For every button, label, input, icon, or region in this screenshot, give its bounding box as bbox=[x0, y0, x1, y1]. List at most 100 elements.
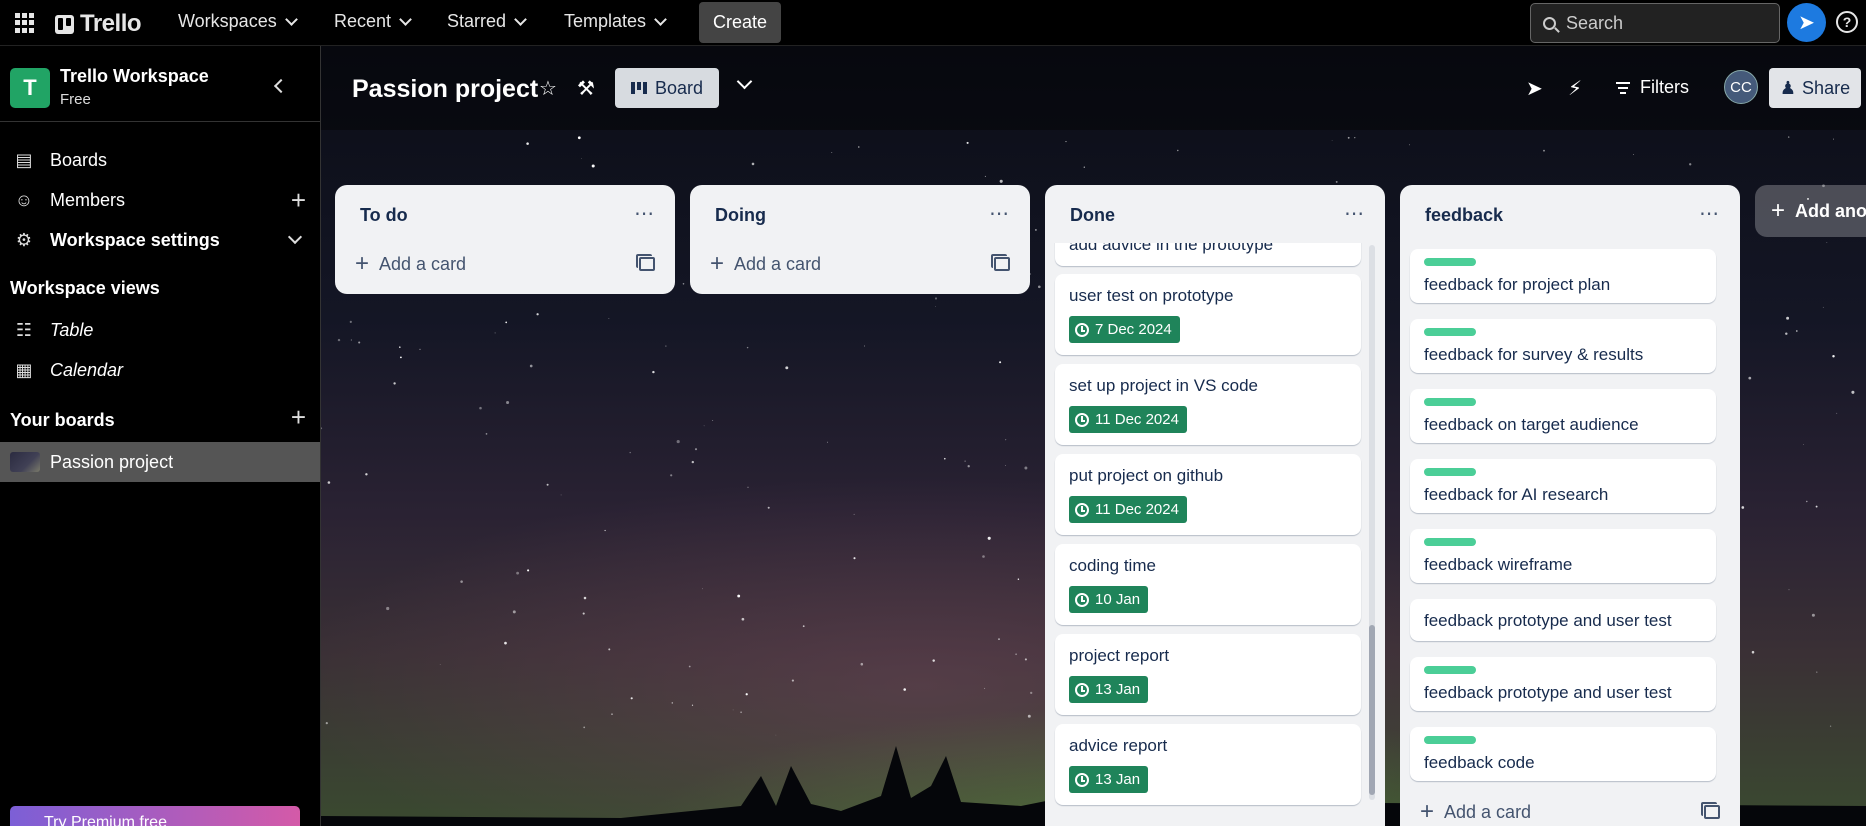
your-boards-heading: Your boards bbox=[10, 410, 115, 430]
star-icon[interactable]: ☆ bbox=[539, 76, 557, 101]
add-board-icon[interactable]: + bbox=[291, 402, 306, 433]
board-view-button[interactable]: Board bbox=[615, 68, 719, 108]
list-item[interactable]: feedback for project plan bbox=[1410, 249, 1716, 303]
sidebar-item-boards[interactable]: ▤ Boards bbox=[0, 140, 320, 180]
star-dot bbox=[1826, 242, 1828, 244]
nav-starred[interactable]: Starred bbox=[447, 11, 527, 32]
sidebar-item-workspace-settings[interactable]: ⚙ Workspace settings bbox=[0, 220, 320, 260]
due-date-badge[interactable]: 13 Jan bbox=[1069, 676, 1149, 703]
sidebar-board-passion-project[interactable]: Passion project bbox=[0, 442, 320, 482]
nav-recent[interactable]: Recent bbox=[334, 11, 412, 32]
nav-templates[interactable]: Templates bbox=[564, 11, 667, 32]
add-card-button[interactable]: +Add a card bbox=[355, 248, 466, 280]
list-title[interactable]: feedback bbox=[1425, 205, 1503, 226]
chevron-down-icon[interactable] bbox=[287, 229, 303, 245]
nav-recent-label: Recent bbox=[334, 11, 392, 31]
card-title: coding time bbox=[1069, 556, 1156, 575]
list-item[interactable]: put project on github 11 Dec 2024 bbox=[1055, 454, 1361, 535]
add-member-icon[interactable]: + bbox=[291, 185, 306, 216]
due-date-text: 13 Jan bbox=[1095, 681, 1141, 698]
add-card-button[interactable]: +Add a card bbox=[1420, 796, 1531, 826]
chevron-down-icon bbox=[284, 12, 298, 26]
due-date-badge[interactable]: 7 Dec 2024 bbox=[1069, 316, 1180, 343]
card-label[interactable] bbox=[1424, 468, 1476, 476]
more-options-icon[interactable]: ⋯ bbox=[1344, 201, 1365, 226]
list-title[interactable]: Done bbox=[1070, 205, 1115, 226]
nav-workspaces[interactable]: Workspaces bbox=[178, 11, 298, 32]
add-card-label: Add a card bbox=[734, 253, 822, 274]
workspace-visible-icon[interactable]: ⚒ bbox=[577, 76, 595, 101]
sidebar-item-table[interactable]: ☷ Table bbox=[0, 310, 320, 350]
try-premium-banner[interactable]: Try Premium free bbox=[10, 806, 300, 826]
star-dot bbox=[747, 486, 749, 488]
more-options-icon[interactable]: ⋯ bbox=[989, 201, 1010, 226]
help-icon[interactable]: ? bbox=[1836, 11, 1858, 33]
card-template-icon[interactable] bbox=[1701, 802, 1720, 819]
list-item[interactable]: coding time 10 Jan bbox=[1055, 544, 1361, 625]
list-title[interactable]: Doing bbox=[715, 205, 766, 226]
list-item[interactable]: project report 13 Jan bbox=[1055, 634, 1361, 715]
power-ups-icon[interactable]: ➤ bbox=[1526, 76, 1543, 101]
workspace-avatar[interactable]: T bbox=[10, 68, 50, 108]
top-navigation-bar: Trello Workspaces Recent Starred Templat… bbox=[0, 0, 1866, 46]
avatar[interactable]: CC bbox=[1724, 70, 1758, 104]
filters-button[interactable]: Filters bbox=[1616, 77, 1689, 98]
search-icon bbox=[1543, 16, 1556, 30]
star-dot bbox=[966, 141, 969, 144]
star-dot bbox=[1786, 316, 1790, 320]
list-item[interactable]: feedback for AI research bbox=[1410, 459, 1716, 513]
card-label[interactable] bbox=[1424, 538, 1476, 546]
card-label[interactable] bbox=[1424, 736, 1476, 744]
list-item[interactable]: feedback code bbox=[1410, 727, 1716, 781]
due-date-badge[interactable]: 11 Dec 2024 bbox=[1069, 496, 1187, 523]
chevron-down-icon bbox=[399, 12, 412, 26]
list-title[interactable]: To do bbox=[360, 205, 408, 226]
card-label[interactable] bbox=[1424, 666, 1476, 674]
list-item[interactable]: feedback prototype and user test bbox=[1410, 657, 1716, 711]
star-dot bbox=[670, 474, 673, 477]
card-label[interactable] bbox=[1424, 398, 1476, 406]
list-cards-scroll[interactable]: add advice in the prototype user test on… bbox=[1045, 243, 1385, 816]
create-button[interactable]: Create bbox=[699, 2, 781, 43]
star-dot bbox=[630, 697, 633, 700]
list-item[interactable]: set up project in VS code 11 Dec 2024 bbox=[1055, 364, 1361, 445]
collapse-sidebar-icon[interactable] bbox=[273, 78, 289, 94]
star-dot bbox=[529, 364, 533, 368]
list-item[interactable]: add advice in the prototype bbox=[1055, 243, 1361, 266]
scrollbar-thumb[interactable] bbox=[1369, 625, 1375, 795]
card-label[interactable] bbox=[1424, 328, 1476, 336]
automation-icon[interactable]: ⚡ bbox=[1568, 76, 1582, 101]
add-card-button[interactable]: +Add a card bbox=[1065, 818, 1176, 826]
chevron-down-icon[interactable] bbox=[736, 73, 753, 90]
star-dot bbox=[479, 406, 482, 410]
card-label[interactable] bbox=[1424, 258, 1476, 266]
app-switcher-icon[interactable] bbox=[15, 13, 35, 33]
list-item[interactable]: feedback wireframe bbox=[1410, 529, 1716, 583]
due-date-badge[interactable]: 13 Jan bbox=[1069, 766, 1149, 793]
list-item[interactable]: feedback for survey & results bbox=[1410, 319, 1716, 373]
list-item[interactable]: feedback on target audience bbox=[1410, 389, 1716, 443]
list-item[interactable]: advice report 13 Jan bbox=[1055, 724, 1361, 805]
card-template-icon[interactable] bbox=[991, 254, 1010, 271]
board-title[interactable]: Passion project bbox=[352, 75, 538, 104]
add-list-button[interactable]: + Add another list bbox=[1755, 185, 1866, 237]
workspace-name[interactable]: Trello Workspace bbox=[60, 66, 209, 87]
star-dot bbox=[785, 366, 789, 370]
list-scrollbar[interactable] bbox=[1369, 245, 1375, 800]
sidebar-item-calendar[interactable]: ▦ Calendar bbox=[0, 350, 320, 390]
share-button[interactable]: ♟ Share bbox=[1769, 68, 1861, 108]
due-date-badge[interactable]: 10 Jan bbox=[1069, 586, 1149, 613]
list-item[interactable]: user test on prototype 7 Dec 2024 bbox=[1055, 274, 1361, 355]
more-options-icon[interactable]: ⋯ bbox=[634, 201, 655, 226]
notifications-button[interactable]: ➤ bbox=[1787, 3, 1826, 42]
list-item[interactable]: feedback prototype and user test bbox=[1410, 599, 1716, 641]
trello-logo[interactable]: Trello bbox=[55, 10, 142, 38]
card-template-icon[interactable] bbox=[636, 254, 655, 271]
add-card-button[interactable]: +Add a card bbox=[710, 248, 821, 280]
star-dot bbox=[1017, 578, 1020, 581]
search-input[interactable]: Search bbox=[1530, 3, 1780, 43]
star-dot bbox=[419, 348, 421, 350]
more-options-icon[interactable]: ⋯ bbox=[1699, 201, 1720, 226]
due-date-badge[interactable]: 11 Dec 2024 bbox=[1069, 406, 1187, 433]
sidebar-item-members[interactable]: ☺ Members + bbox=[0, 180, 320, 220]
